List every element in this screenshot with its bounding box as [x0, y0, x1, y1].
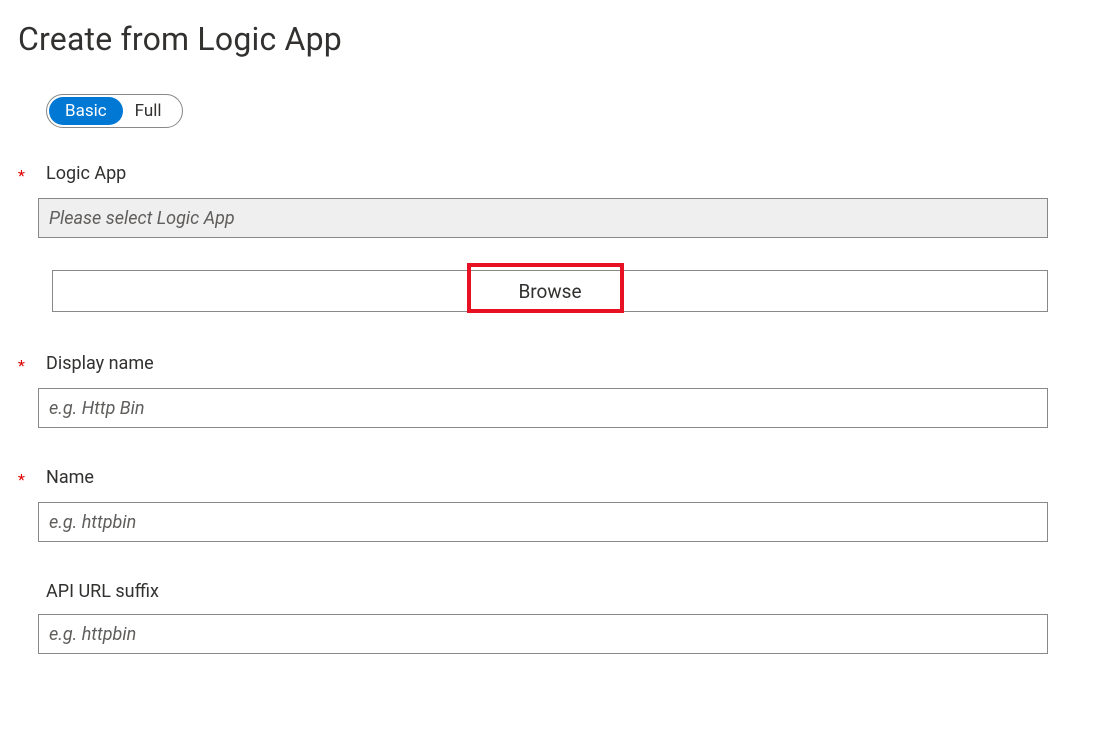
required-marker: * [18, 162, 46, 188]
api-url-suffix-label: API URL suffix [46, 580, 1114, 604]
required-marker: * [18, 352, 46, 378]
display-name-input[interactable] [38, 388, 1048, 428]
toggle-basic[interactable]: Basic [49, 97, 123, 125]
api-url-suffix-input[interactable] [38, 614, 1048, 654]
view-mode-toggle: Basic Full [46, 94, 183, 128]
logic-app-label: Logic App [46, 162, 1114, 186]
name-label: Name [46, 466, 1114, 490]
required-marker: * [18, 466, 46, 492]
browse-button[interactable]: Browse [52, 270, 1048, 312]
name-input[interactable] [38, 502, 1048, 542]
required-marker-empty [18, 580, 46, 582]
browse-button-label: Browse [518, 280, 581, 303]
display-name-label: Display name [46, 352, 1114, 376]
toggle-full[interactable]: Full [123, 97, 180, 125]
page-title: Create from Logic App [18, 20, 1114, 58]
logic-app-input[interactable] [38, 198, 1048, 238]
